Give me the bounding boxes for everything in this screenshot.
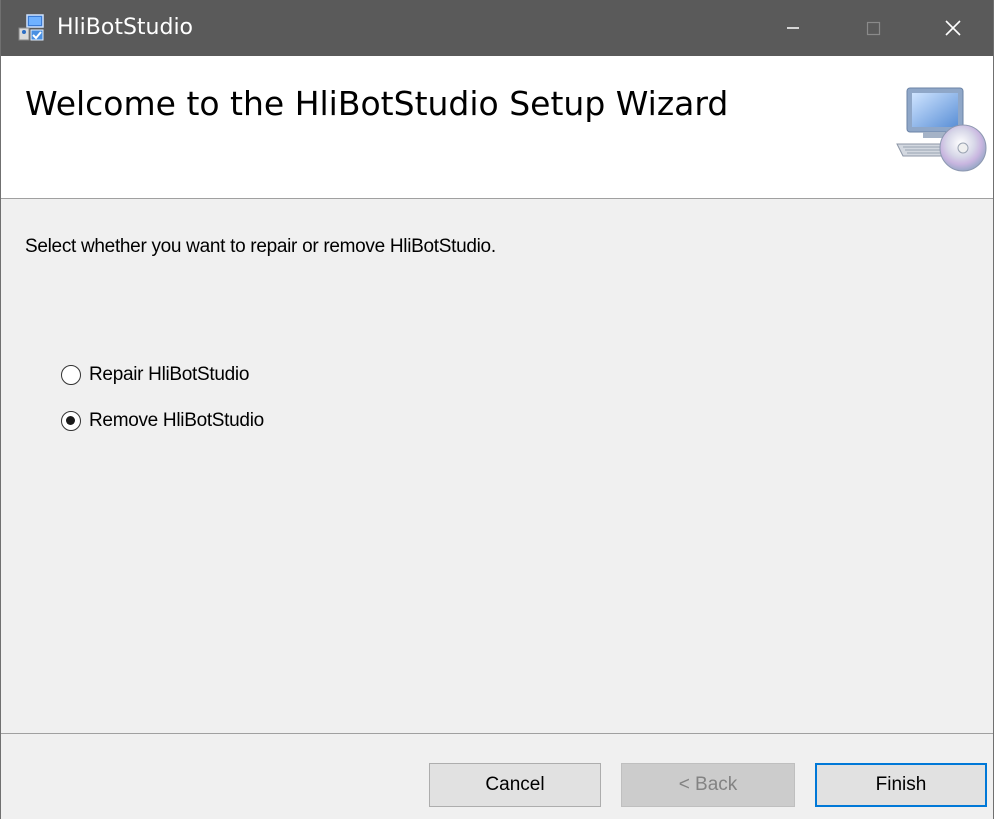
minimize-button[interactable] — [753, 0, 833, 56]
installer-icon — [17, 14, 47, 42]
repair-label[interactable]: Repair HliBotStudio — [89, 363, 249, 387]
remove-option[interactable]: Remove HliBotStudio — [61, 408, 264, 434]
repair-option[interactable]: Repair HliBotStudio — [61, 362, 249, 388]
header-banner: Welcome to the HliBotStudio Setup Wizard — [1, 56, 993, 199]
setup-wizard-window: HliBotStudio Welcome to the HliBotStudio… — [0, 0, 994, 819]
instruction-text: Select whether you want to repair or rem… — [25, 236, 496, 257]
remove-radio[interactable] — [61, 411, 81, 431]
minimize-icon — [787, 27, 799, 29]
close-button[interactable] — [913, 0, 993, 56]
back-button: < Back — [621, 763, 795, 807]
maximize-icon — [866, 21, 881, 36]
wizard-body: Select whether you want to repair or rem… — [1, 199, 993, 701]
window-title: HliBotStudio — [57, 15, 194, 40]
remove-label[interactable]: Remove HliBotStudio — [89, 409, 264, 433]
repair-radio[interactable] — [61, 365, 81, 385]
cancel-button[interactable]: Cancel — [429, 763, 601, 807]
maximize-button[interactable] — [833, 0, 913, 56]
button-bar: Cancel < Back Finish — [1, 735, 993, 819]
computer-cd-icon — [893, 86, 987, 176]
close-icon — [945, 20, 961, 36]
title-bar[interactable]: HliBotStudio — [1, 0, 993, 56]
page-title: Welcome to the HliBotStudio Setup Wizard — [25, 84, 729, 123]
finish-button[interactable]: Finish — [815, 763, 987, 807]
